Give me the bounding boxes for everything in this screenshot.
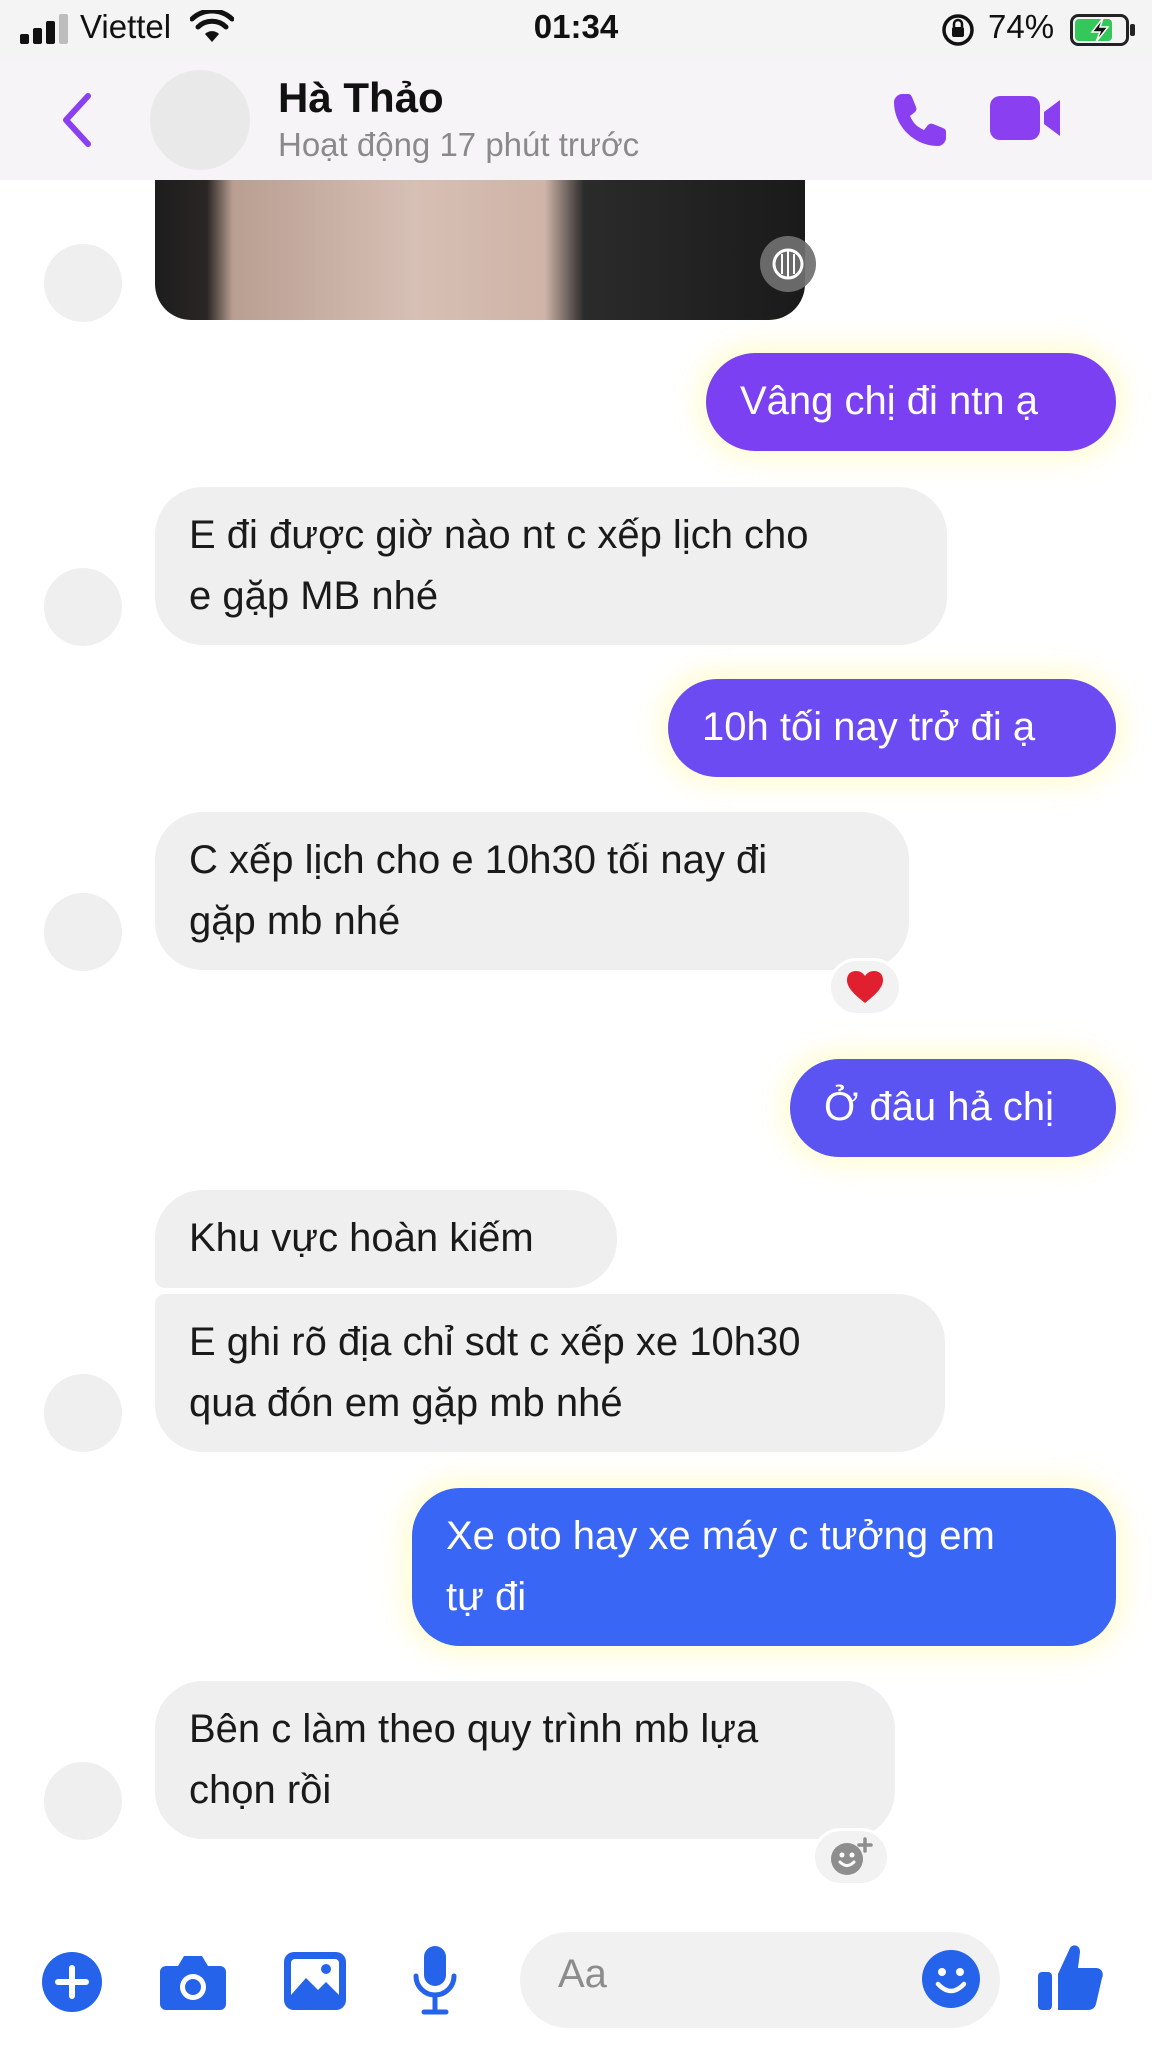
- microphone-icon[interactable]: [410, 1944, 460, 2016]
- contact-avatar-small[interactable]: [44, 893, 122, 971]
- message-input[interactable]: Aa: [520, 1932, 1000, 2028]
- message-bubble-incoming[interactable]: E đi được giờ nào nt c xếp lịch cho e gặ…: [155, 487, 947, 645]
- message-bubble-incoming[interactable]: Bên c làm theo quy trình mb lựa chọn rồi: [155, 1681, 895, 1839]
- message-bubble-incoming[interactable]: E ghi rõ địa chỉ sdt c xếp xe 10h30 qua …: [155, 1294, 945, 1452]
- message-composer: Aa: [0, 1930, 1152, 2048]
- phone-icon[interactable]: [888, 88, 952, 152]
- message-bubble-outgoing[interactable]: Vâng chị đi ntn ạ: [706, 353, 1116, 451]
- battery-percentage: 74%: [988, 8, 1055, 45]
- rotation-lock-icon: [942, 14, 974, 46]
- message-text-line: E đi được giờ nào nt c xếp lịch cho: [189, 513, 809, 557]
- message-text-line: tự đi: [446, 1575, 527, 1619]
- message-text-line: qua đón em gặp mb nhé: [189, 1381, 623, 1425]
- message-text-line: 10h tối nay trở đi ạ: [702, 705, 1036, 749]
- battery-charging-icon: [1070, 14, 1135, 46]
- photo-viewer-icon[interactable]: [760, 236, 816, 292]
- back-chevron-icon[interactable]: [58, 90, 98, 150]
- message-text-line: Xe oto hay xe máy c tưởng em: [446, 1514, 995, 1558]
- plus-icon[interactable]: [40, 1950, 104, 2014]
- message-text-line: E ghi rõ địa chỉ sdt c xếp xe 10h30: [189, 1320, 801, 1364]
- contact-activity-status: Hoạt động 17 phút trước: [278, 126, 640, 163]
- message-text-line: e gặp MB nhé: [189, 574, 439, 618]
- message-text-line: C xếp lịch cho e 10h30 tối nay đi: [189, 838, 768, 882]
- message-text-line: Bên c làm theo quy trình mb lựa: [189, 1707, 759, 1751]
- message-bubble-outgoing[interactable]: Xe oto hay xe máy c tưởng em tự đi: [412, 1488, 1116, 1646]
- clock: 01:34: [533, 8, 619, 45]
- photo-message[interactable]: [155, 178, 805, 320]
- contact-avatar-small[interactable]: [44, 1762, 122, 1840]
- message-bubble-outgoing[interactable]: 10h tối nay trở đi ạ: [668, 679, 1116, 777]
- contact-avatar-small[interactable]: [44, 1374, 122, 1452]
- camera-icon[interactable]: [158, 1952, 228, 2012]
- message-text-line: gặp mb nhé: [189, 899, 401, 943]
- messenger-screen: Viettel 01:34 74% Hà Thảo Hoạt động 17 p…: [0, 0, 1152, 2048]
- emoji-icon[interactable]: [920, 1948, 982, 2010]
- message-input-placeholder: Aa: [558, 1952, 607, 1996]
- contact-avatar[interactable]: [150, 70, 250, 170]
- add-reaction-button[interactable]: [812, 1828, 890, 1886]
- chat-header: Hà Thảo Hoạt động 17 phút trước: [0, 60, 1152, 180]
- message-bubble-outgoing[interactable]: Ở đâu hả chị: [790, 1059, 1116, 1157]
- video-camera-icon[interactable]: [988, 92, 1064, 144]
- message-text-line: Ở đâu hả chị: [824, 1085, 1054, 1129]
- message-bubble-incoming[interactable]: C xếp lịch cho e 10h30 tối nay đi gặp mb…: [155, 812, 909, 970]
- add-reaction-icon: [831, 1837, 873, 1875]
- message-bubble-incoming[interactable]: Khu vực hoàn kiếm: [155, 1190, 617, 1288]
- message-text-line: chọn rồi: [189, 1768, 332, 1812]
- thumbs-up-icon[interactable]: [1036, 1940, 1104, 2014]
- contact-avatar-small[interactable]: [44, 568, 122, 646]
- message-text-line: Vâng chị đi ntn ạ: [740, 379, 1038, 423]
- message-text-line: Khu vực hoàn kiếm: [189, 1216, 534, 1260]
- contact-avatar-small[interactable]: [44, 244, 122, 322]
- image-icon[interactable]: [282, 1950, 348, 2012]
- heart-icon: [847, 971, 883, 1003]
- heart-reaction[interactable]: [828, 958, 902, 1016]
- contact-name[interactable]: Hà Thảo: [278, 74, 444, 122]
- status-bar: Viettel 01:34 74%: [0, 0, 1152, 60]
